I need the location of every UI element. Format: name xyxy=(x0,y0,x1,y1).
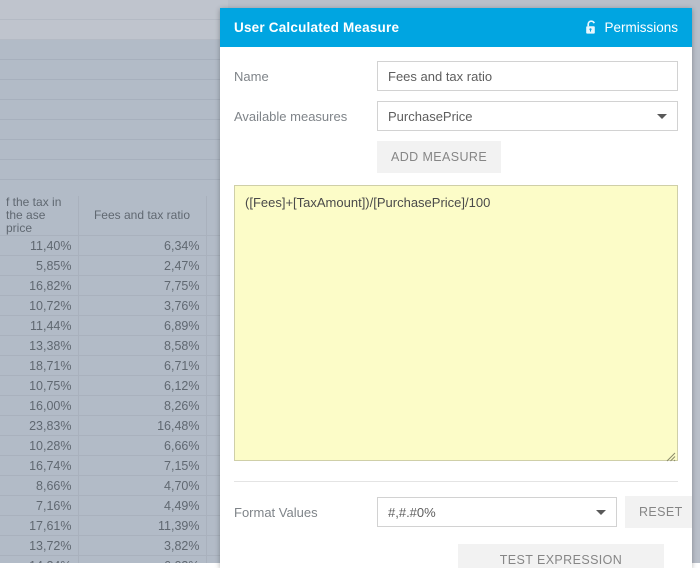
table-cell: 13,38% xyxy=(0,335,79,356)
table-cell: 7,15% xyxy=(78,455,207,476)
grid-empty-row xyxy=(0,0,228,20)
table-cell: 6,66% xyxy=(78,435,207,456)
grid-empty-row xyxy=(0,80,228,100)
table-row: 11,40% 6,34% xyxy=(0,235,228,256)
table-cell: 7,16% xyxy=(0,495,79,516)
table-row: 16,00% 8,26% xyxy=(0,395,228,416)
table-row: 14,24%6,03% xyxy=(0,555,228,563)
grid-empty-row xyxy=(0,160,228,180)
backdrop-right-strip xyxy=(692,0,700,563)
table-cell: 5,85% xyxy=(0,255,79,276)
table-cell: 4,70% xyxy=(78,475,207,496)
chevron-down-icon xyxy=(657,114,667,119)
table-cell: 6,71% xyxy=(78,355,207,376)
table-cell: 6,03% xyxy=(78,555,207,563)
add-measure-button[interactable]: ADD MEASURE xyxy=(377,141,502,173)
table-cell: 6,12% xyxy=(78,375,207,396)
permissions-button[interactable]: Permissions xyxy=(585,20,678,35)
table-cell: 16,82% xyxy=(0,275,79,296)
table-cell: 16,74% xyxy=(0,455,79,476)
measures-table: f the tax in the ase price Fees and tax … xyxy=(0,196,228,563)
table-cell: 3,82% xyxy=(78,535,207,556)
grid-empty-row xyxy=(0,120,228,140)
table-cell: 6,34% xyxy=(78,235,207,256)
grid-empty-row xyxy=(0,60,228,80)
table-cell: 11,40% xyxy=(0,235,79,256)
table-row: 11,44% 6,89% xyxy=(0,315,228,336)
format-values-value: #,#.#0% xyxy=(388,504,436,520)
expression-wrapper xyxy=(234,185,678,464)
format-values-row: Format Values #,#.#0% RESET xyxy=(234,496,692,528)
dialog-body: Name Fees and tax ratio Available measur… xyxy=(220,47,692,568)
reset-button[interactable]: RESET xyxy=(625,496,692,528)
format-values-select[interactable]: #,#.#0% xyxy=(377,497,617,527)
name-input-value: Fees and tax ratio xyxy=(388,68,493,84)
table-row: 23,83% 16,48% xyxy=(0,415,228,436)
form-spacer xyxy=(234,141,377,173)
table-row: 10,72% 3,76% xyxy=(0,295,228,316)
available-measures-select[interactable]: PurchasePrice xyxy=(377,101,678,131)
background-data-grid: f the tax in the ase price Fees and tax … xyxy=(0,0,228,563)
dialog-title: User Calculated Measure xyxy=(234,20,400,35)
unlocked-padlock-icon xyxy=(585,20,598,35)
table-cell: 10,72% xyxy=(0,295,79,316)
table-cell: 11,44% xyxy=(0,315,79,336)
grid-empty-row xyxy=(0,140,228,160)
column-header-tax-share: f the tax in the ase price xyxy=(0,196,79,236)
grid-empty-region xyxy=(0,0,228,200)
table-cell: 3,76% xyxy=(78,295,207,316)
table-cell: 14,24% xyxy=(0,555,79,563)
table-row: 17,61% 11,39% xyxy=(0,515,228,536)
table-row: 13,38% 8,58% xyxy=(0,335,228,356)
permissions-label: Permissions xyxy=(604,20,678,35)
table-cell: 10,75% xyxy=(0,375,79,396)
table-cell: 13,72% xyxy=(0,535,79,556)
grid-empty-row xyxy=(0,100,228,120)
grid-empty-row xyxy=(0,20,228,40)
available-measures-label: Available measures xyxy=(234,108,348,124)
available-measures-value: PurchasePrice xyxy=(388,108,473,124)
table-cell: 8,26% xyxy=(78,395,207,416)
table-cell: 17,61% xyxy=(0,515,79,536)
column-header-fees-and-tax-ratio: Fees and tax ratio xyxy=(78,196,207,236)
table-cell: 7,75% xyxy=(78,275,207,296)
name-row: Name Fees and tax ratio xyxy=(234,61,678,91)
table-row: 10,75% 6,12% xyxy=(0,375,228,396)
table-row: 16,82% 7,75% xyxy=(0,275,228,296)
name-input[interactable]: Fees and tax ratio xyxy=(377,61,678,91)
table-cell: 2,47% xyxy=(78,255,207,276)
test-expression-row: TEST EXPRESSION xyxy=(234,544,678,568)
table-cell: 16,00% xyxy=(0,395,79,416)
table-row: 8,66% 4,70% xyxy=(0,475,228,496)
table-row: 5,85% 2,47% xyxy=(0,255,228,276)
table-row: 16,74% 7,15% xyxy=(0,455,228,476)
table-cell: 6,89% xyxy=(78,315,207,336)
user-calculated-measure-dialog: User Calculated Measure Permissions Name… xyxy=(220,8,692,568)
table-cell: 23,83% xyxy=(0,415,79,436)
table-row: 10,28% 6,66% xyxy=(0,435,228,456)
table-cell: 4,49% xyxy=(78,495,207,516)
available-measures-row: Available measures PurchasePrice xyxy=(234,101,678,131)
table-header-row: f the tax in the ase price Fees and tax … xyxy=(0,196,228,236)
table-cell: 11,39% xyxy=(78,515,207,536)
section-divider xyxy=(234,481,678,482)
chevron-down-icon xyxy=(596,510,606,515)
expression-textarea[interactable] xyxy=(234,185,678,461)
table-row: 18,71% 6,71% xyxy=(0,355,228,376)
table-cell: 10,28% xyxy=(0,435,79,456)
table-row: 7,16% 4,49% xyxy=(0,495,228,516)
table-cell: 8,66% xyxy=(0,475,79,496)
add-measure-row: ADD MEASURE xyxy=(234,141,678,173)
format-values-label: Format Values xyxy=(234,504,318,520)
grid-empty-row xyxy=(0,40,228,60)
dialog-header: User Calculated Measure Permissions xyxy=(220,8,692,47)
table-cell: 16,48% xyxy=(78,415,207,436)
table-cell: 18,71% xyxy=(0,355,79,376)
test-expression-button[interactable]: TEST EXPRESSION xyxy=(458,544,664,568)
table-cell: 8,58% xyxy=(78,335,207,356)
table-row: 13,72% 3,82% xyxy=(0,535,228,556)
name-label: Name xyxy=(234,68,269,84)
